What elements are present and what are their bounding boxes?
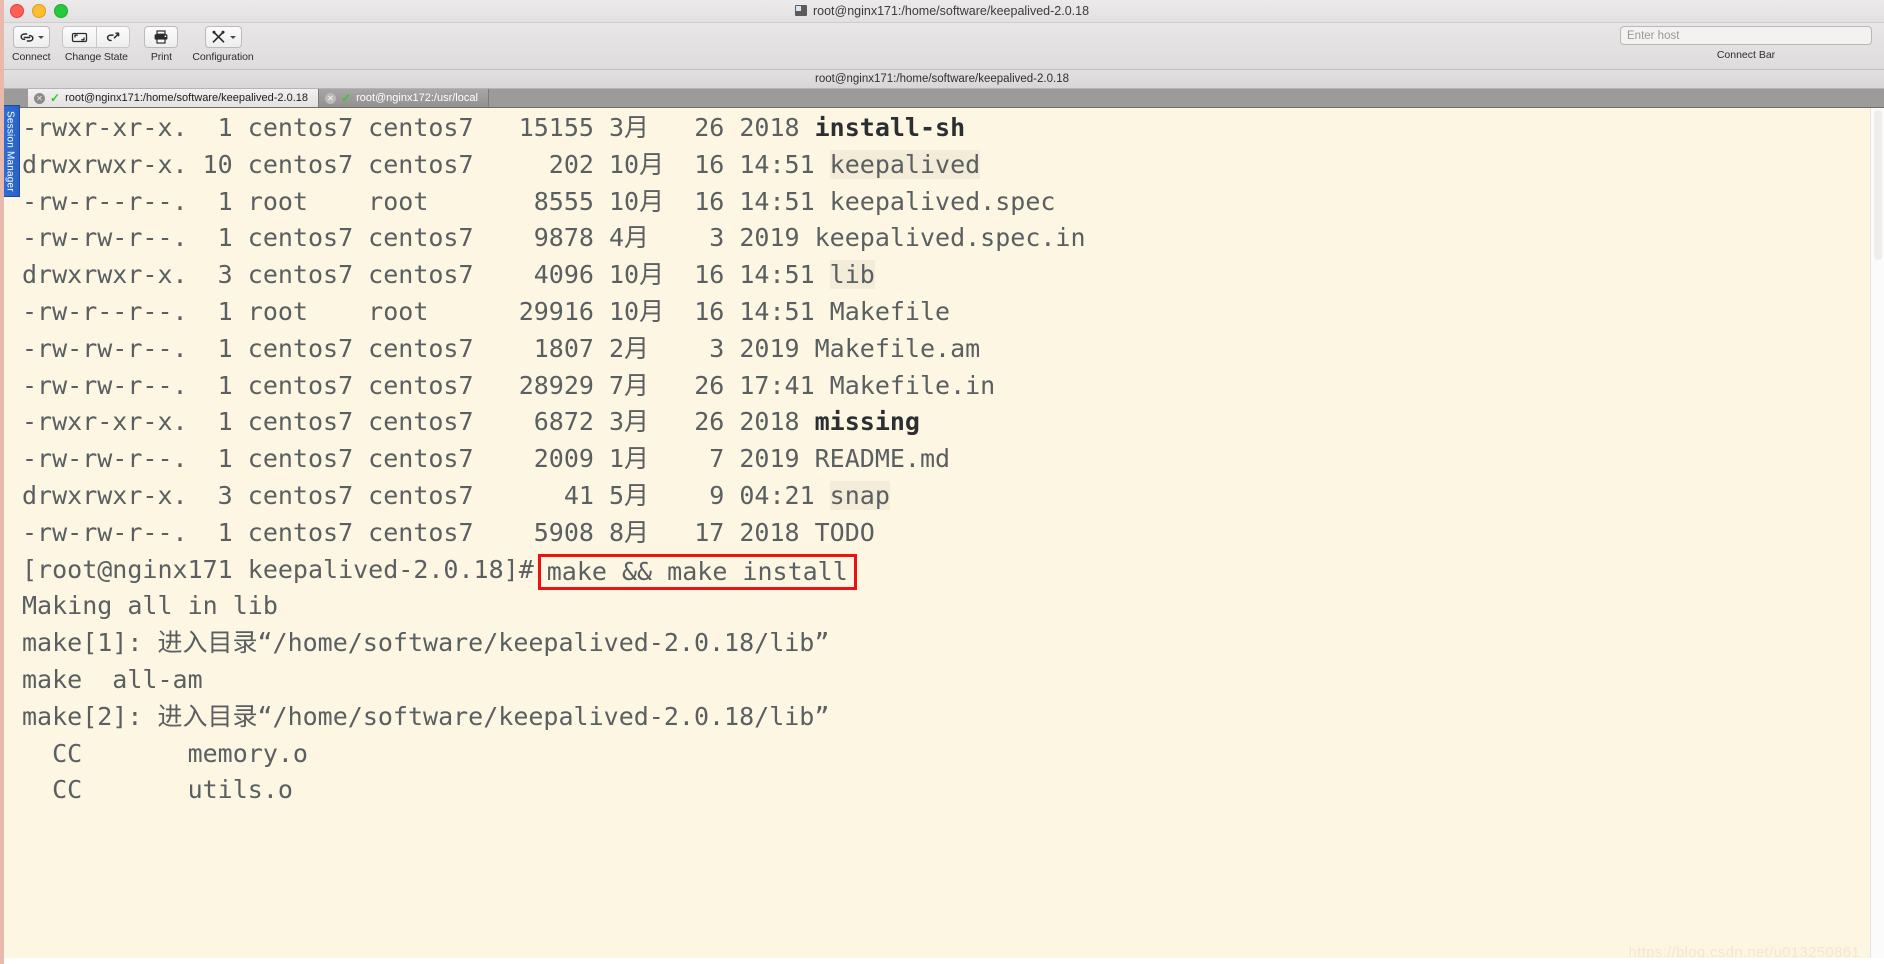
change-state-label: Change State (64, 51, 128, 63)
terminal-text: make all-am (22, 664, 203, 694)
close-icon[interactable]: ✕ (34, 92, 45, 104)
session-pathbar: root@nginx171:/home/software/keepalived-… (0, 70, 1884, 89)
configuration-button[interactable] (204, 26, 242, 48)
terminal-text: make[1]: 进入目录“/home/software/keepalived-… (22, 628, 830, 658)
connect-button[interactable] (12, 26, 50, 48)
tab-label: root@nginx171:/home/software/keepalived-… (65, 92, 308, 104)
connect-bar-label: Connect Bar (1716, 49, 1776, 61)
terminal-text: make[2]: 进入目录“/home/software/keepalived-… (22, 701, 830, 731)
directory-name: snap (829, 480, 890, 510)
terminal-line: drwxrwxr-x. 3 centos7 centos7 41 5月 9 04… (22, 478, 1870, 515)
terminal-line: -rwxr-xr-x. 1 centos7 centos7 15155 3月 2… (22, 110, 1870, 147)
host-input[interactable] (1620, 26, 1872, 45)
toolbar-change-state[interactable]: Change State (56, 23, 136, 63)
terminal-line: CC utils.o (22, 772, 1870, 809)
terminal-text: drwxrwxr-x. 3 centos7 centos7 41 5月 9 04… (22, 480, 830, 510)
printer-icon (155, 30, 168, 44)
tab-nginx171[interactable]: ✕ ✓ root@nginx171:/home/software/keepali… (28, 89, 319, 107)
window-left-accent (0, 0, 4, 964)
terminal-text: -rwxr-xr-x. 1 centos7 centos7 6872 3月 26… (22, 407, 815, 437)
terminal-text: -rwxr-xr-x. 1 centos7 centos7 15155 3月 2… (22, 113, 815, 142)
main-toolbar: Connect Change State Print Configuration… (0, 23, 1884, 70)
terminal-area: -rwxr-xr-x. 1 centos7 centos7 15155 3月 2… (0, 108, 1884, 964)
terminal-line: drwxrwxr-x. 10 centos7 centos7 202 10月 1… (22, 147, 1870, 184)
terminal-line: -rw-rw-r--. 1 centos7 centos7 9878 4月 3 … (22, 220, 1870, 257)
window-title-text: root@nginx171:/home/software/keepalived-… (812, 4, 1090, 18)
terminal-line: -rwxr-xr-x. 1 centos7 centos7 6872 3月 26… (22, 404, 1870, 441)
terminal-text: -rw-rw-r--. 1 centos7 centos7 9878 4月 3 … (22, 223, 1086, 253)
link-broken-icon (106, 32, 120, 41)
configuration-label: Configuration (192, 51, 254, 63)
terminal-text: drwxrwxr-x. 3 centos7 centos7 4096 10月 1… (22, 260, 830, 290)
terminal-line: -rw-r--r--. 1 root root 8555 10月 16 14:5… (22, 184, 1870, 221)
terminal-app-window: root@nginx171:/home/software/keepalived-… (0, 0, 1884, 964)
executable-name: missing (814, 407, 920, 437)
terminal-scrollbar-thumb[interactable] (1874, 110, 1882, 260)
terminal-line: drwxrwxr-x. 3 centos7 centos7 4096 10月 1… (22, 257, 1870, 294)
connect-bar: Connect Bar (1620, 26, 1872, 61)
connect-label: Connect (12, 51, 51, 63)
terminal-icon (794, 5, 808, 17)
print-button[interactable] (144, 26, 179, 48)
terminal-text: CC utils.o (22, 775, 293, 805)
minimize-window-button[interactable] (32, 4, 46, 18)
terminal-text: Making all in lib (22, 591, 278, 621)
terminal-text: -rw-rw-r--. 1 centos7 centos7 28929 7月 2… (22, 370, 996, 400)
tab-nginx172[interactable]: ✕ ✓ root@nginx172:/usr/local (319, 89, 489, 107)
highlighted-command: make && make install (537, 553, 857, 590)
terminal-line: make[2]: 进入目录“/home/software/keepalived-… (22, 699, 1870, 736)
tools-icon (212, 30, 224, 43)
sync-icon (72, 32, 88, 42)
chevron-down-icon (229, 35, 236, 39)
terminal-line: [root@nginx171 keepalived-2.0.18]# make &… (22, 552, 1870, 590)
terminal-text: -rw-r--r--. 1 root root 29916 10月 16 14:… (22, 296, 951, 326)
terminal-line: CC memory.o (22, 736, 1870, 773)
terminal-line: make all-am (22, 662, 1870, 699)
session-manager-label: Session Manager (4, 110, 16, 192)
terminal-text: -rw-rw-r--. 1 centos7 centos7 5908 8月 17… (22, 517, 875, 547)
terminal-line: -rw-rw-r--. 1 centos7 centos7 5908 8月 17… (22, 515, 1870, 552)
window-title: root@nginx171:/home/software/keepalived-… (0, 4, 1884, 18)
traffic-lights (0, 4, 68, 18)
terminal-output[interactable]: -rwxr-xr-x. 1 centos7 centos7 15155 3月 2… (0, 108, 1870, 964)
terminal-text: [root@nginx171 keepalived-2.0.18]# (22, 554, 534, 584)
terminal-text: drwxrwxr-x. 10 centos7 centos7 202 10月 1… (22, 149, 830, 179)
maximize-window-button[interactable] (54, 4, 68, 18)
executable-name: install-sh (814, 113, 966, 142)
terminal-text: -rw-rw-r--. 1 centos7 centos7 2009 1月 7 … (22, 444, 951, 474)
connected-check-icon: ✓ (341, 91, 352, 105)
chevron-down-icon (37, 35, 44, 39)
print-label: Print (150, 51, 172, 63)
terminal-line: make[1]: 进入目录“/home/software/keepalived-… (22, 625, 1870, 662)
close-window-button[interactable] (10, 4, 24, 18)
window-titlebar: root@nginx171:/home/software/keepalived-… (0, 0, 1884, 23)
terminal-line: -rw-rw-r--. 1 centos7 centos7 28929 7月 2… (22, 368, 1870, 405)
toolbar-print[interactable]: Print (136, 23, 186, 63)
tab-label: root@nginx172:/usr/local (356, 92, 478, 104)
toolbar-configuration[interactable]: Configuration (186, 23, 259, 63)
terminal-line: Making all in lib (22, 588, 1870, 625)
terminal-text: CC memory.o (22, 738, 308, 768)
terminal-line: -rw-rw-r--. 1 centos7 centos7 2009 1月 7 … (22, 441, 1870, 478)
terminal-line: -rw-rw-r--. 1 centos7 centos7 1807 2月 3 … (22, 331, 1870, 368)
directory-name: keepalived (829, 149, 981, 179)
change-state-sync-button[interactable] (62, 26, 97, 48)
link-icon (20, 32, 34, 42)
terminal-line: -rw-r--r--. 1 root root 29916 10月 16 14:… (22, 294, 1870, 331)
connected-check-icon: ✓ (50, 91, 61, 105)
terminal-text: -rw-rw-r--. 1 centos7 centos7 1807 2月 3 … (22, 333, 981, 363)
terminal-scrollbar[interactable] (1870, 108, 1884, 964)
tabbar-empty-space (488, 89, 1884, 107)
terminal-text: -rw-r--r--. 1 root root 8555 10月 16 14:5… (22, 186, 1056, 216)
close-icon[interactable]: ✕ (325, 92, 336, 104)
toolbar-connect[interactable]: Connect (6, 23, 56, 63)
session-path-text: root@nginx171:/home/software/keepalived-… (815, 73, 1069, 85)
change-state-disconnect-button[interactable] (96, 26, 131, 48)
window-bottom-edge (0, 958, 1884, 964)
session-tabbar: ✕ ✓ root@nginx171:/home/software/keepali… (0, 89, 1884, 108)
directory-name: lib (829, 260, 875, 290)
